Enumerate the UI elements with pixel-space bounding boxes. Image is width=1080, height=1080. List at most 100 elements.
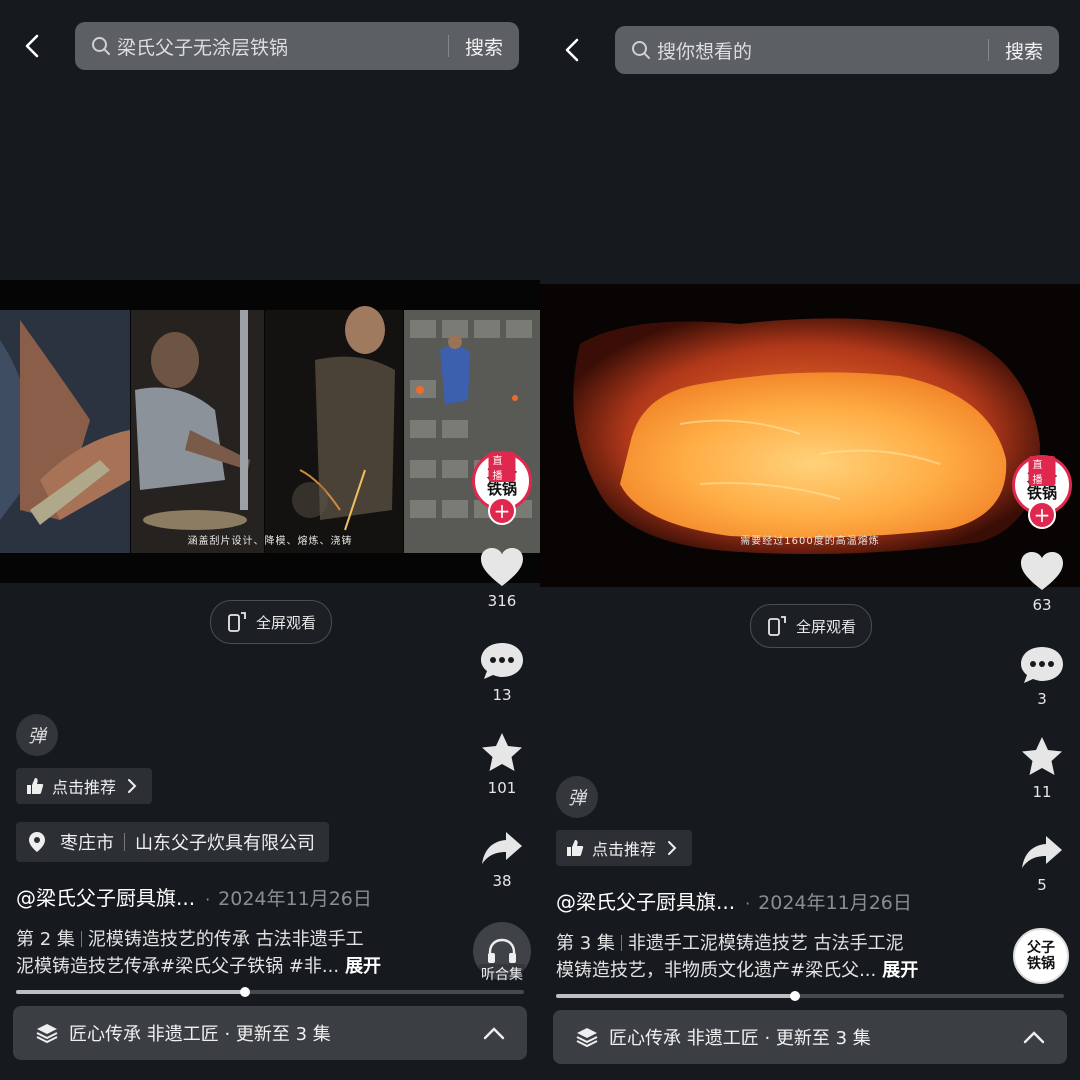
like-count: 316	[487, 592, 517, 610]
episode-label: 第 3 集	[556, 933, 615, 954]
layers-icon	[575, 1026, 599, 1048]
collection-bar[interactable]: 匠心传承 非遗工匠 · 更新至 3 集	[13, 1006, 527, 1060]
video-progress-bar[interactable]	[556, 991, 1064, 1001]
share-button[interactable]: 38	[472, 828, 532, 890]
post-date: 2024年11月26日	[218, 888, 372, 910]
star-icon	[482, 733, 522, 771]
comment-icon	[1021, 647, 1063, 683]
location-pin-icon	[29, 832, 45, 852]
heart-icon	[1021, 552, 1063, 590]
expand-button[interactable]: 展开	[882, 960, 918, 981]
back-button[interactable]	[16, 26, 48, 66]
music-disc-avatar[interactable]: 父子 铁锅	[1013, 928, 1069, 984]
desc-line-1: 非遗手工泥模铸造技艺 古法手工泥	[627, 933, 904, 954]
search-icon	[91, 36, 111, 56]
fullscreen-button[interactable]: 全屏观看	[750, 604, 872, 648]
comment-icon	[481, 643, 523, 679]
layers-icon	[35, 1022, 59, 1044]
back-arrow-icon	[25, 34, 39, 58]
live-badge: 直播	[1028, 456, 1056, 486]
recommend-button[interactable]: 点击推荐	[556, 830, 693, 866]
video-player[interactable]: 需要经过1600度的高温熔炼	[540, 284, 1080, 587]
progress-knob[interactable]	[239, 987, 250, 997]
episode-label: 第 2 集	[16, 929, 75, 950]
listen-label: 听合集	[479, 964, 525, 984]
search-input[interactable]: 梁氏父子无涂层铁锅	[117, 33, 448, 60]
chevron-right-icon	[128, 779, 137, 793]
recommend-button[interactable]: 点击推荐	[16, 768, 153, 804]
video-description[interactable]: 第 3 集非遗手工泥模铸造技艺 古法手工泥 模铸造技艺，非物质文化遗产#梁氏父.…	[556, 930, 996, 984]
share-count: 38	[492, 872, 512, 890]
fullscreen-label: 全屏观看	[255, 613, 316, 632]
share-button[interactable]: 5	[1012, 832, 1072, 894]
collection-label: 匠心传承 非遗工匠 · 更新至 3 集	[69, 1024, 331, 1045]
follow-button[interactable]: +	[488, 497, 516, 525]
separator-dot: ·	[205, 890, 211, 909]
share-count: 5	[1037, 876, 1047, 894]
recommend-label: 点击推荐	[592, 840, 657, 859]
heart-icon	[481, 548, 523, 586]
episode-divider	[620, 935, 622, 951]
video-subtitle: 涵盖刮片设计、降模、熔炼、浇铸	[187, 536, 353, 547]
headphones-icon	[488, 938, 516, 963]
author-line: @梁氏父子厨具旗... · 2024年11月26日	[16, 882, 372, 911]
rotate-phone-icon	[768, 616, 786, 636]
video-player[interactable]: 涵盖刮片设计、降模、熔炼、浇铸	[0, 280, 540, 583]
episode-divider	[80, 931, 82, 947]
thumbs-up-icon	[27, 778, 44, 794]
post-date: 2024年11月26日	[758, 892, 912, 914]
search-button[interactable]: 搜索	[449, 33, 519, 60]
video-subtitle: 需要经过1600度的高温熔炼	[740, 536, 880, 547]
fullscreen-button[interactable]: 全屏观看	[210, 600, 332, 644]
music-logo: 父子 铁锅	[1027, 940, 1055, 972]
favorite-button[interactable]: 101	[472, 731, 532, 797]
comment-count: 13	[492, 686, 512, 704]
location-tag[interactable]: 枣庄市 山东父子炊具有限公司	[16, 822, 329, 862]
search-bar[interactable]: 搜你想看的 搜索	[615, 26, 1059, 74]
author-name[interactable]: @梁氏父子厨具旗...	[556, 886, 735, 915]
video-description[interactable]: 第 2 集泥模铸造技艺的传承 古法非遗手工 泥模铸造技艺传承#梁氏父子铁锅 #非…	[16, 926, 456, 980]
search-button[interactable]: 搜索	[989, 37, 1059, 64]
danmu-button[interactable]: 弹	[556, 776, 598, 818]
comment-count: 3	[1037, 690, 1047, 708]
share-icon	[1022, 836, 1062, 868]
expand-button[interactable]: 展开	[345, 956, 381, 977]
danmu-button[interactable]: 弹	[16, 714, 58, 756]
listen-collection-button[interactable]: 听合集	[472, 922, 532, 984]
like-count: 63	[1032, 596, 1052, 614]
favorite-count: 101	[487, 779, 517, 797]
rotate-phone-icon	[228, 612, 246, 632]
search-input[interactable]: 搜你想看的	[657, 37, 988, 64]
location-company: 山东父子炊具有限公司	[135, 833, 315, 854]
desc-line-1: 泥模铸造技艺的传承 古法非遗手工	[87, 929, 364, 950]
like-button[interactable]: 316	[472, 546, 532, 610]
collection-label: 匠心传承 非遗工匠 · 更新至 3 集	[609, 1028, 871, 1049]
recommend-label: 点击推荐	[52, 778, 117, 797]
search-icon	[631, 40, 651, 60]
back-button[interactable]	[556, 30, 588, 70]
separator-dot: ·	[745, 894, 751, 913]
chevron-right-icon	[668, 841, 677, 855]
search-bar[interactable]: 梁氏父子无涂层铁锅 搜索	[75, 22, 519, 70]
comment-button[interactable]: 3	[1012, 644, 1072, 708]
follow-button[interactable]: +	[1028, 501, 1056, 529]
video-panel-left: 梁氏父子无涂层铁锅 搜索 涵盖刮片设计、降模、熔炼、浇铸 全屏观看 直播 铁锅 …	[0, 0, 540, 1080]
progress-fill	[16, 990, 245, 994]
chevron-up-icon	[1023, 1030, 1045, 1044]
favorite-button[interactable]: 11	[1012, 735, 1072, 801]
desc-line-2: 模铸造技艺，非物质文化遗产#梁氏父...	[556, 960, 877, 981]
collection-bar[interactable]: 匠心传承 非遗工匠 · 更新至 3 集	[553, 1010, 1067, 1064]
back-arrow-icon	[565, 38, 579, 62]
author-line: @梁氏父子厨具旗... · 2024年11月26日	[556, 886, 912, 915]
progress-fill	[556, 994, 795, 998]
desc-line-2: 泥模铸造技艺传承#梁氏父子铁锅 #非...	[16, 956, 340, 977]
progress-knob[interactable]	[789, 991, 800, 1001]
comment-button[interactable]: 13	[472, 640, 532, 704]
like-button[interactable]: 63	[1012, 550, 1072, 614]
video-progress-bar[interactable]	[16, 987, 524, 997]
share-icon	[482, 832, 522, 864]
star-icon	[1022, 737, 1062, 775]
live-badge: 直播	[488, 452, 516, 482]
author-name[interactable]: @梁氏父子厨具旗...	[16, 882, 195, 911]
fullscreen-label: 全屏观看	[795, 617, 856, 636]
